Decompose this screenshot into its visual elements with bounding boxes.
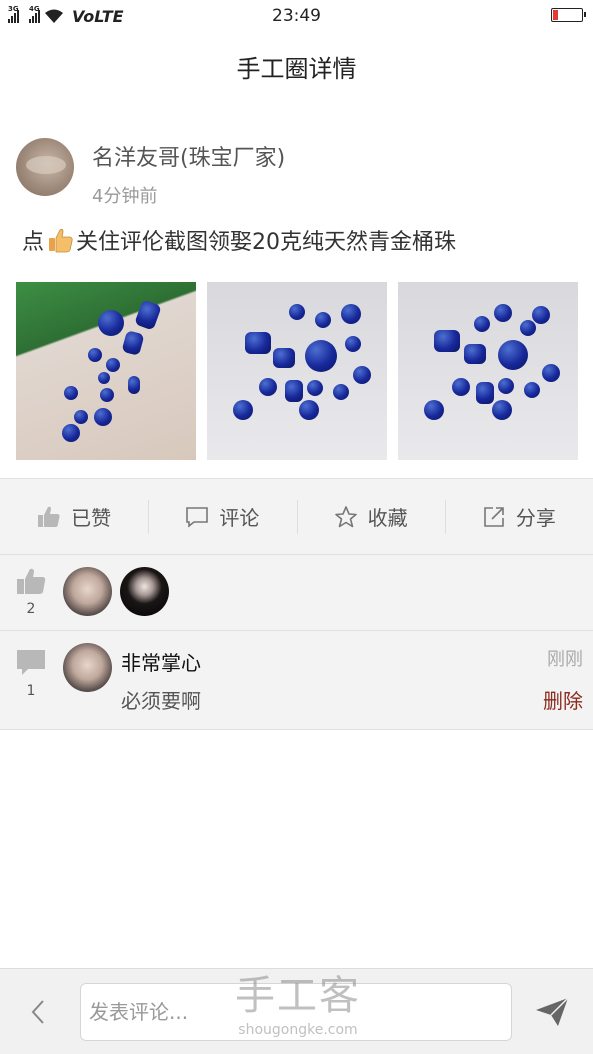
like-count-icon	[17, 568, 46, 594]
back-arrow-icon[interactable]	[26, 997, 50, 1027]
comment-icon	[186, 506, 209, 528]
like-count: 2	[26, 601, 36, 617]
photo-grid	[16, 282, 578, 460]
action-bar: 已赞 评论 收藏 分享	[0, 478, 593, 554]
comment-input[interactable]	[80, 983, 512, 1041]
post-text: 点 关住评伦截图领娶20克纯天然青金桶珠	[22, 224, 456, 256]
author-name[interactable]: 名洋友哥(珠宝厂家)	[92, 140, 285, 172]
share-label: 分享	[515, 506, 556, 530]
liker-avatar[interactable]	[120, 567, 169, 616]
post-time: 4分钟前	[92, 186, 158, 207]
battery-icon	[551, 8, 586, 22]
author-info: 名洋友哥(珠宝厂家) 4分钟前	[92, 138, 285, 208]
header: 手工圈详情	[0, 32, 593, 100]
bottom-bar	[0, 968, 593, 1054]
comment-count-icon	[17, 650, 45, 675]
favorite-label: 收藏	[367, 506, 408, 530]
clock: 23:49	[272, 6, 321, 26]
author-avatar[interactable]	[16, 138, 74, 196]
post-text-after: 关住评伦截图领娶20克纯天然青金桶珠	[76, 230, 457, 255]
comment-text: 必须要啊	[121, 689, 201, 713]
post-photo-3[interactable]	[398, 282, 578, 460]
comment-label: 评论	[219, 506, 260, 530]
commenter-name[interactable]: 非常掌心	[121, 647, 201, 676]
comments-summary: 1	[16, 649, 46, 699]
post-photo-2[interactable]	[207, 282, 387, 460]
post-author[interactable]: 名洋友哥(珠宝厂家) 4分钟前	[16, 138, 285, 208]
likes-row: 2	[0, 554, 593, 630]
post-text-before: 点	[22, 230, 45, 255]
like-icon	[38, 506, 60, 527]
status-bar: 3G 4G VoLTE 23:49	[0, 0, 593, 32]
comment-time: 刚刚	[547, 649, 583, 670]
liker-avatar[interactable]	[63, 567, 112, 616]
send-icon[interactable]	[534, 995, 570, 1029]
delete-comment-button[interactable]: 删除	[543, 685, 583, 714]
favorite-button[interactable]: 收藏	[296, 500, 445, 534]
share-icon	[484, 506, 504, 527]
post-photo-1[interactable]	[16, 282, 196, 460]
like-label: 已赞	[71, 506, 112, 530]
share-button[interactable]: 分享	[444, 500, 593, 534]
star-icon	[334, 505, 357, 527]
thumbs-up-emoji-icon	[49, 228, 73, 253]
comment-button[interactable]: 评论	[148, 500, 296, 534]
likes-summary: 2	[16, 567, 46, 617]
comments-section: 1 非常掌心 必须要啊 刚刚 删除	[0, 630, 593, 730]
commenter-avatar[interactable]	[63, 643, 112, 692]
page-title: 手工圈详情	[236, 54, 357, 83]
like-button[interactable]: 已赞	[0, 502, 148, 531]
comment-count: 1	[26, 683, 36, 699]
